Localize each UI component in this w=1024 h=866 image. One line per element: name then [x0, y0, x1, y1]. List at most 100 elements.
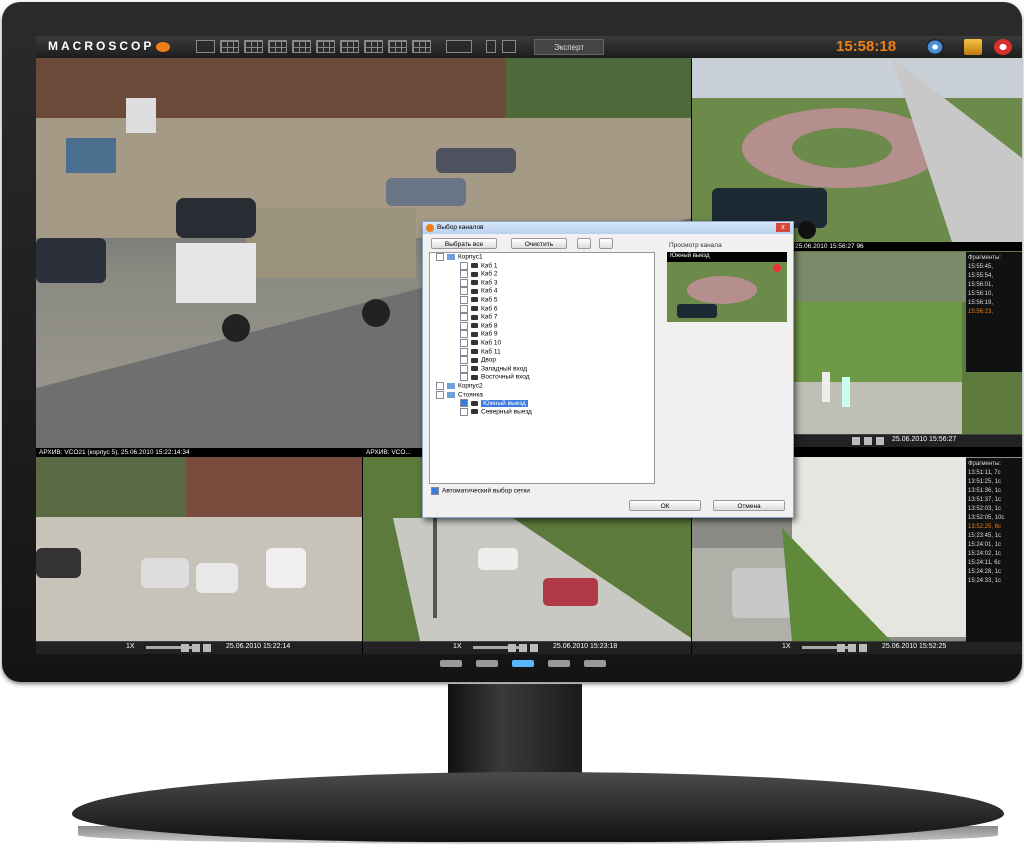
- channel-checkbox[interactable]: [436, 390, 444, 399]
- fragment-item[interactable]: 13:52:05, 10c: [968, 514, 1020, 523]
- fragment-item[interactable]: 13:51:11, 7c: [968, 469, 1020, 478]
- fragment-item[interactable]: 15:55:54,: [968, 272, 1020, 281]
- layout-button[interactable]: [388, 40, 407, 53]
- rewind-button[interactable]: [181, 644, 189, 652]
- close-button[interactable]: x: [776, 223, 790, 232]
- fragment-item[interactable]: 15:56:01,: [968, 281, 1020, 290]
- fragment-item[interactable]: 13:51:37, 1c: [968, 496, 1020, 505]
- tree-channel[interactable]: Каб 10: [430, 338, 654, 348]
- channel-checkbox[interactable]: [460, 304, 468, 313]
- channel-checkbox[interactable]: [436, 253, 444, 261]
- play-button[interactable]: [530, 644, 538, 652]
- fragment-item[interactable]: 15:24:11, 6c: [968, 559, 1020, 568]
- fragment-item[interactable]: 15:24:01, 1c: [968, 541, 1020, 550]
- layout-button[interactable]: [340, 40, 359, 53]
- channel-checkbox[interactable]: [436, 381, 444, 390]
- tree-channel[interactable]: Каб 3: [430, 278, 654, 288]
- tree-channel[interactable]: Каб 2: [430, 270, 654, 279]
- channel-checkbox[interactable]: [460, 287, 468, 296]
- layout-1x1-button[interactable]: [196, 40, 215, 53]
- tree-channel[interactable]: Каб 11: [430, 347, 654, 357]
- monitor-button[interactable]: [440, 660, 462, 667]
- tree-group[interactable]: Корпус2: [430, 381, 654, 391]
- eye-icon[interactable]: [926, 39, 944, 55]
- channel-checkbox[interactable]: [460, 356, 468, 365]
- channel-checkbox[interactable]: [460, 373, 468, 382]
- monitor-power-button[interactable]: [512, 660, 534, 667]
- tree-channel[interactable]: Двор: [430, 356, 654, 365]
- tree-channel[interactable]: Каб 6: [430, 304, 654, 314]
- channel-checkbox[interactable]: [460, 278, 468, 287]
- tree-channel[interactable]: Западный вход: [430, 364, 654, 374]
- tree-channel[interactable]: Каб 9: [430, 330, 654, 339]
- rewind-button[interactable]: [508, 644, 516, 652]
- fragment-item[interactable]: 13:52:03, 1c: [968, 505, 1020, 514]
- tree-channel[interactable]: Каб 4: [430, 287, 654, 296]
- monitor-button[interactable]: [476, 660, 498, 667]
- play-button[interactable]: [876, 437, 884, 445]
- tree-channel[interactable]: Каб 8: [430, 321, 654, 331]
- pause-button[interactable]: [864, 437, 872, 445]
- layout-1plus5-button[interactable]: [268, 40, 287, 53]
- channel-checkbox[interactable]: [460, 364, 468, 373]
- fragment-item[interactable]: 15:56:19,: [968, 299, 1020, 308]
- tree-channel[interactable]: Каб 1: [430, 261, 654, 271]
- play-button[interactable]: [203, 644, 211, 652]
- channel-checkbox[interactable]: [460, 330, 468, 339]
- fragment-item[interactable]: 13:52:25, 6c: [968, 523, 1020, 532]
- pause-button[interactable]: [519, 644, 527, 652]
- tree-group[interactable]: Стоянка: [430, 390, 654, 400]
- users-icon[interactable]: [964, 39, 982, 55]
- ok-button[interactable]: ОК: [629, 500, 701, 511]
- auto-grid-checkbox[interactable]: [431, 487, 439, 495]
- tree-channel[interactable]: Восточный вход: [430, 373, 654, 382]
- toolbar-tool-button[interactable]: [486, 40, 496, 53]
- channel-checkbox[interactable]: [460, 399, 468, 408]
- fragment-item[interactable]: 15:56:10,: [968, 290, 1020, 299]
- fragment-item[interactable]: 15:56:23,: [968, 308, 1020, 317]
- tree-channel[interactable]: Южный выезд: [430, 399, 654, 408]
- fragment-item[interactable]: 13:51:36, 1c: [968, 487, 1020, 496]
- tab-expert[interactable]: Эксперт: [534, 39, 604, 55]
- auto-grid-option[interactable]: Автоматический выбор сетки: [431, 487, 530, 495]
- select-all-button[interactable]: Выбрать все: [431, 238, 497, 249]
- monitor-button[interactable]: [548, 660, 570, 667]
- tree-channel[interactable]: Каб 7: [430, 313, 654, 322]
- channel-checkbox[interactable]: [460, 338, 468, 347]
- layout-3x3-button[interactable]: [244, 40, 263, 53]
- layout-button[interactable]: [412, 40, 431, 53]
- fragment-item[interactable]: 15:24:28, 1c: [968, 568, 1020, 577]
- collapse-all-button[interactable]: [599, 238, 613, 249]
- tree-channel[interactable]: Каб 5: [430, 295, 654, 305]
- fragment-item[interactable]: 15:24:02, 1c: [968, 550, 1020, 559]
- fragment-item[interactable]: 15:24:33, 1c: [968, 577, 1020, 586]
- channel-checkbox[interactable]: [460, 347, 468, 356]
- toolbar-tool-button[interactable]: [502, 40, 516, 53]
- multi-monitor-button[interactable]: [446, 40, 472, 53]
- cancel-button[interactable]: Отмена: [713, 500, 785, 511]
- expand-all-button[interactable]: [577, 238, 591, 249]
- channel-checkbox[interactable]: [460, 261, 468, 270]
- channel-checkbox[interactable]: [460, 313, 468, 322]
- power-icon[interactable]: [994, 39, 1012, 55]
- layout-2x2-button[interactable]: [220, 40, 239, 53]
- rewind-button[interactable]: [837, 644, 845, 652]
- layout-4x4-button[interactable]: [316, 40, 335, 53]
- tree-group[interactable]: Корпус1: [430, 253, 654, 262]
- channel-checkbox[interactable]: [460, 270, 468, 279]
- fragment-item[interactable]: 15:55:45,: [968, 263, 1020, 272]
- pause-button[interactable]: [848, 644, 856, 652]
- tree-channel[interactable]: Северный выезд: [430, 407, 654, 417]
- fragment-item[interactable]: 15:23:45, 1c: [968, 532, 1020, 541]
- fragment-item[interactable]: 13:51:25, 1c: [968, 478, 1020, 487]
- monitor-button[interactable]: [584, 660, 606, 667]
- rewind-button[interactable]: [852, 437, 860, 445]
- layout-button[interactable]: [364, 40, 383, 53]
- channel-checkbox[interactable]: [460, 407, 468, 416]
- pause-button[interactable]: [192, 644, 200, 652]
- channel-checkbox[interactable]: [460, 321, 468, 330]
- camera-tile-archive-1[interactable]: АРХИВ: VCO21 (корпус 5), 25.06.2010 15:2…: [36, 448, 362, 654]
- play-button[interactable]: [859, 644, 867, 652]
- camera-tile-park[interactable]: [692, 58, 1022, 242]
- channel-checkbox[interactable]: [460, 295, 468, 304]
